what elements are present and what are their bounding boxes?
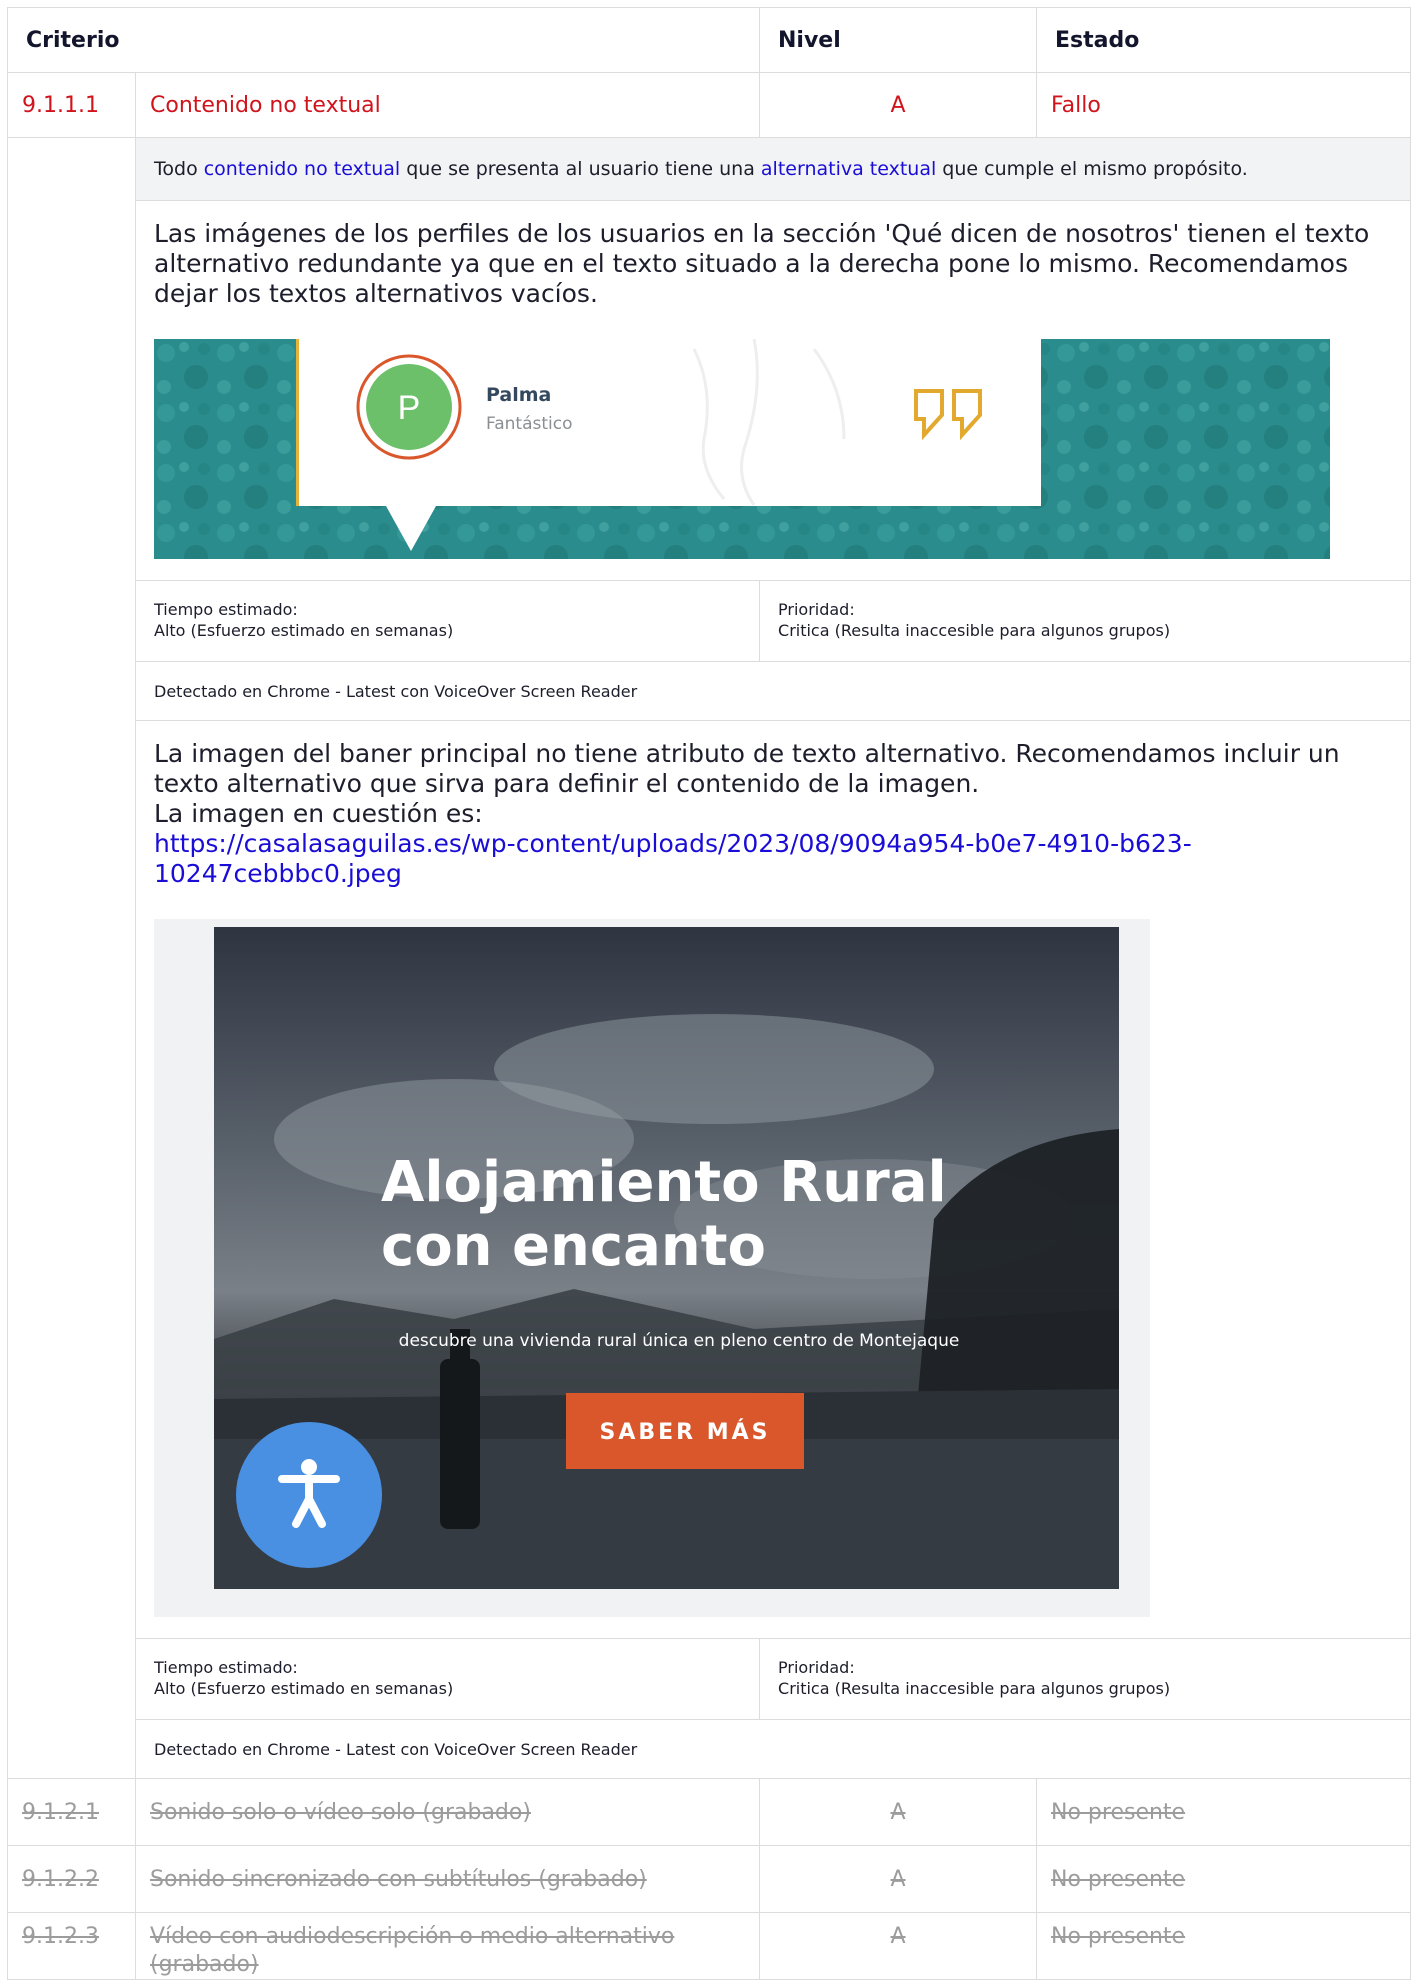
finding-meta-row: Tiempo estimado: Alto (Esfuerzo estimado… bbox=[8, 580, 1412, 662]
table-header-row: Criterio Nivel Estado bbox=[6, 7, 1412, 73]
header-criterio: Criterio bbox=[6, 7, 761, 73]
testimonial-image: P Palma Fantástico bbox=[154, 338, 1330, 559]
finding-row: La imagen del baner principal no tiene a… bbox=[8, 720, 1412, 1639]
table-row: 9.1.2.2 Sonido sincronizado con subtítul… bbox=[7, 1845, 1412, 1913]
criterion-description: Todo contenido no textual que se present… bbox=[134, 137, 1412, 201]
header-estado: Estado bbox=[1036, 7, 1412, 73]
link-alternativa-textual[interactable]: alternativa textual bbox=[761, 158, 936, 180]
finding-meta-row: Tiempo estimado: Alto (Esfuerzo estimado… bbox=[8, 1638, 1412, 1720]
table-row: 9.1.2.1 Sonido solo o vídeo solo (grabad… bbox=[7, 1778, 1412, 1846]
priority-value: Critica (Resulta inaccesible para alguno… bbox=[778, 621, 1171, 641]
banner-headline: Alojamiento Rural bbox=[381, 1150, 947, 1215]
criterion-id: 9.1.2.3 bbox=[7, 1912, 136, 1980]
criterion-id: 9.1.2.1 bbox=[7, 1778, 136, 1846]
criterion-name: Sonido solo o vídeo solo (grabado) bbox=[134, 1778, 761, 1846]
priority: Prioridad: Critica (Resulta inaccesible … bbox=[759, 1638, 1412, 1720]
finding-row: Las imágenes de los perfiles de los usua… bbox=[8, 200, 1412, 581]
criterion-status: No presente bbox=[1036, 1778, 1412, 1846]
estimated-time-value: Alto (Esfuerzo estimado en semanas) bbox=[154, 1679, 454, 1699]
indent-cell bbox=[7, 137, 136, 1779]
detected-in: Detectado en Chrome - Latest con VoiceOv… bbox=[134, 1719, 1412, 1779]
description-text: que cumple el mismo propósito. bbox=[936, 158, 1248, 180]
estimated-time: Tiempo estimado: Alto (Esfuerzo estimado… bbox=[134, 1638, 761, 1720]
testimonial-screenshot: P Palma Fantástico bbox=[154, 338, 1392, 566]
priority-value: Critica (Resulta inaccesible para alguno… bbox=[778, 1679, 1171, 1699]
criterion-level: A bbox=[759, 1778, 1038, 1846]
banner-image: Alojamiento Rural con encanto descubre u… bbox=[154, 919, 1150, 1617]
priority: Prioridad: Critica (Resulta inaccesible … bbox=[759, 580, 1412, 662]
estimated-time-value: Alto (Esfuerzo estimado en semanas) bbox=[154, 621, 454, 641]
audit-report-page: Criterio Nivel Estado 9.1.1.1 Contenido … bbox=[0, 0, 1416, 1988]
estimated-time: Tiempo estimado: Alto (Esfuerzo estimado… bbox=[134, 580, 761, 662]
description-text: que se presenta al usuario tiene una bbox=[400, 158, 761, 180]
avatar: P bbox=[398, 389, 421, 427]
saber-mas-label: SABER MÁS bbox=[599, 1419, 770, 1445]
detected-row: Detectado en Chrome - Latest con VoiceOv… bbox=[8, 1719, 1412, 1779]
banner-headline: con encanto bbox=[381, 1214, 766, 1279]
criterion-level: A bbox=[759, 1912, 1038, 1980]
criteria-table: Criterio Nivel Estado 9.1.1.1 Contenido … bbox=[6, 7, 1412, 1980]
finding-text: Las imágenes de los perfiles de los usua… bbox=[154, 219, 1370, 308]
criterion-status: No presente bbox=[1036, 1845, 1412, 1913]
finding-2: La imagen del baner principal no tiene a… bbox=[134, 720, 1412, 1639]
criterion-level: A bbox=[759, 72, 1038, 138]
priority-label: Prioridad: bbox=[778, 600, 855, 619]
criterion-name: Contenido no textual bbox=[134, 72, 761, 138]
criterion-name: Vídeo con audiodescripción o medio alter… bbox=[134, 1912, 761, 1980]
detected-in: Detectado en Chrome - Latest con VoiceOv… bbox=[134, 661, 1412, 721]
description-text: Todo bbox=[154, 158, 204, 180]
review-text: Fantástico bbox=[486, 414, 573, 434]
finding-text: La imagen del baner principal no tiene a… bbox=[154, 739, 1340, 798]
image-url-link[interactable]: https://casalasaguilas.es/wp-content/upl… bbox=[154, 829, 1192, 888]
banner-subtitle: descubre una vivienda rural única en ple… bbox=[399, 1331, 960, 1351]
banner-screenshot: Alojamiento Rural con encanto descubre u… bbox=[154, 919, 1392, 1624]
estimated-time-label: Tiempo estimado: bbox=[154, 600, 298, 619]
header-nivel: Nivel bbox=[759, 7, 1038, 73]
criterion-id: 9.1.2.2 bbox=[7, 1845, 136, 1913]
finding-text: La imagen en cuestión es: bbox=[154, 799, 483, 828]
criterion-description-row: Todo contenido no textual que se present… bbox=[7, 137, 1412, 1779]
criterion-id: 9.1.1.1 bbox=[7, 72, 136, 138]
estimated-time-label: Tiempo estimado: bbox=[154, 1658, 298, 1677]
detected-row: Detectado en Chrome - Latest con VoiceOv… bbox=[8, 661, 1412, 721]
table-row: 9.1.1.1 Contenido no textual A Fallo bbox=[7, 72, 1412, 138]
finding-1: Las imágenes de los perfiles de los usua… bbox=[134, 200, 1412, 581]
criterion-name: Sonido sincronizado con subtítulos (grab… bbox=[134, 1845, 761, 1913]
table-row: 9.1.2.3 Vídeo con audiodescripción o med… bbox=[7, 1912, 1412, 1980]
link-contenido-no-textual[interactable]: contenido no textual bbox=[204, 158, 400, 180]
criterion-status: Fallo bbox=[1036, 72, 1412, 138]
reviewer-name: Palma bbox=[486, 384, 551, 406]
criterion-status: No presente bbox=[1036, 1912, 1412, 1980]
priority-label: Prioridad: bbox=[778, 1658, 855, 1677]
criterion-level: A bbox=[759, 1845, 1038, 1913]
accessibility-icon[interactable] bbox=[236, 1422, 382, 1568]
